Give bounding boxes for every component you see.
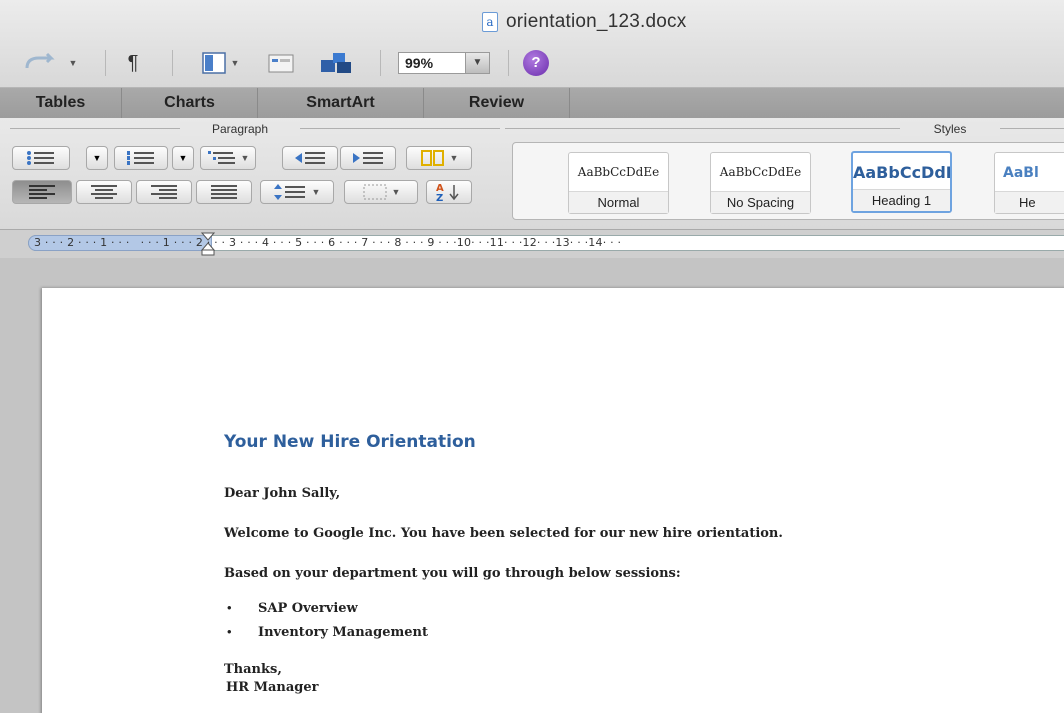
increase-indent-icon	[353, 152, 383, 164]
style-normal-label: Normal	[569, 191, 668, 213]
style-heading-2-sample: AaBl	[1003, 165, 1039, 181]
style-heading-1-sample: AaBbCcDdI	[853, 163, 950, 182]
toolbar-separator	[105, 50, 106, 76]
media-browser-icon	[321, 53, 351, 73]
tab-tables[interactable]: Tables	[0, 88, 122, 118]
style-no-spacing-sample: AaBbCcDdEe	[719, 165, 802, 179]
style-normal-sample: AaBbCcDdEe	[577, 165, 660, 179]
bullet-item[interactable]: Inventory Management	[258, 625, 428, 640]
sessions-paragraph[interactable]: Based on your department you will go thr…	[224, 566, 681, 581]
document-page[interactable]	[42, 288, 1064, 713]
align-center-icon	[91, 185, 117, 199]
toolbar-separator	[380, 50, 381, 76]
show-formatting-button[interactable]: ¶	[118, 50, 148, 76]
redo-icon	[25, 52, 55, 69]
bullet-item[interactable]: SAP Overview	[258, 601, 358, 616]
style-no-spacing[interactable]: AaBbCcDdEe No Spacing	[710, 152, 811, 214]
window-title: a orientation_123.docx	[482, 11, 686, 33]
help-icon[interactable]: ?	[523, 50, 549, 76]
borders-icon	[363, 184, 387, 200]
toolbar-separator	[508, 50, 509, 76]
sort-az-icon: AZ	[436, 183, 459, 202]
bulleted-list-icon	[27, 151, 54, 165]
sort-button[interactable]: AZ	[426, 180, 472, 204]
tab-charts[interactable]: Charts	[122, 88, 258, 118]
bullets-dropdown-icon[interactable]: ▼	[86, 146, 108, 170]
style-normal[interactable]: AaBbCcDdEe Normal	[568, 152, 669, 214]
styles-group-label: Styles	[900, 122, 1000, 136]
document-filename: orientation_123.docx	[506, 11, 687, 32]
columns-button[interactable]: ▼	[406, 146, 472, 170]
toolbox-button[interactable]	[264, 50, 298, 76]
multilevel-dropdown-icon: ▼	[240, 153, 250, 163]
numbering-button[interactable]	[114, 146, 168, 170]
horizontal-ruler[interactable]: 3 · · · 2 · · · 1 · · · · · · 1 · · · 2 …	[0, 230, 1064, 258]
align-left-button[interactable]	[12, 180, 72, 204]
closing-signature[interactable]: HR Manager	[226, 680, 319, 695]
numbering-dropdown-icon[interactable]: ▼	[172, 146, 194, 170]
zoom-select[interactable]: 99% ▼	[398, 52, 490, 74]
bullets-button[interactable]	[12, 146, 70, 170]
justify-button[interactable]	[196, 180, 252, 204]
closing-thanks[interactable]: Thanks,	[224, 662, 282, 677]
toolbar-separator	[172, 50, 173, 76]
ribbon-panel: Paragraph Styles ▼ ▼ ▼ ▼ ▼ ▼ A Z AaBbCcD…	[0, 118, 1064, 230]
multilevel-list-icon	[207, 151, 235, 164]
styles-gallery: AaBbCcDdEe Normal AaBbCcDdEe No Spacing …	[512, 142, 1064, 220]
line-spacing-icon	[273, 184, 305, 200]
multilevel-list-button[interactable]: ▼	[200, 146, 256, 170]
svg-text:Z: Z	[436, 193, 443, 202]
ribbon-tab-bar: Tables Charts SmartArt Review	[0, 88, 1064, 118]
align-right-button[interactable]	[136, 180, 192, 204]
bullet-icon: •	[227, 600, 232, 615]
style-no-spacing-label: No Spacing	[711, 191, 810, 213]
document-canvas	[0, 258, 1064, 713]
tab-review[interactable]: Review	[424, 88, 570, 118]
borders-button[interactable]: ▼	[344, 180, 418, 204]
numbered-list-icon	[127, 151, 154, 165]
columns-icon	[420, 150, 444, 166]
title-toolbar-area: a orientation_123.docx ▼ ¶ ▼ 99% ▼ ?	[0, 0, 1064, 88]
word-document-icon: a	[482, 12, 498, 32]
decrease-indent-icon	[295, 152, 325, 164]
line-spacing-dropdown-icon: ▼	[311, 187, 321, 197]
welcome-paragraph[interactable]: Welcome to Google Inc. You have been sel…	[224, 526, 783, 541]
paragraph-group-label: Paragraph	[180, 122, 300, 136]
view-layout-dropdown-icon: ▼	[230, 58, 240, 68]
bullet-icon: •	[227, 624, 232, 639]
style-heading-1[interactable]: AaBbCcDdI Heading 1	[851, 151, 952, 213]
zoom-dropdown-icon[interactable]: ▼	[465, 53, 489, 73]
borders-dropdown-icon: ▼	[391, 187, 401, 197]
zoom-value: 99%	[405, 55, 434, 71]
indent-marker-icon[interactable]	[201, 232, 215, 256]
redo-dropdown-icon: ▼	[68, 58, 78, 68]
justify-icon	[211, 185, 237, 199]
view-layout-button[interactable]: ▼	[190, 50, 250, 76]
increase-indent-button[interactable]	[340, 146, 396, 170]
ruler-numbers: 3 · · · 2 · · · 1 · · · · · · 1 · · · 2 …	[34, 236, 622, 249]
decrease-indent-button[interactable]	[282, 146, 338, 170]
align-center-button[interactable]	[76, 180, 132, 204]
style-heading-1-label: Heading 1	[853, 189, 950, 211]
tab-smartart[interactable]: SmartArt	[258, 88, 424, 118]
salutation-text[interactable]: Dear John Sally,	[224, 486, 340, 501]
media-browser-button[interactable]	[316, 50, 356, 76]
toolbox-icon	[268, 54, 294, 73]
align-left-icon	[29, 185, 55, 199]
columns-dropdown-icon: ▼	[449, 153, 459, 163]
style-heading-2[interactable]: AaBl He	[994, 152, 1064, 214]
redo-button[interactable]: ▼	[4, 50, 94, 76]
style-heading-2-label: He	[995, 191, 1064, 213]
sidebar-layout-icon	[201, 52, 226, 74]
document-heading[interactable]: Your New Hire Orientation	[224, 432, 476, 452]
align-right-icon	[151, 185, 177, 199]
line-spacing-button[interactable]: ▼	[260, 180, 334, 204]
